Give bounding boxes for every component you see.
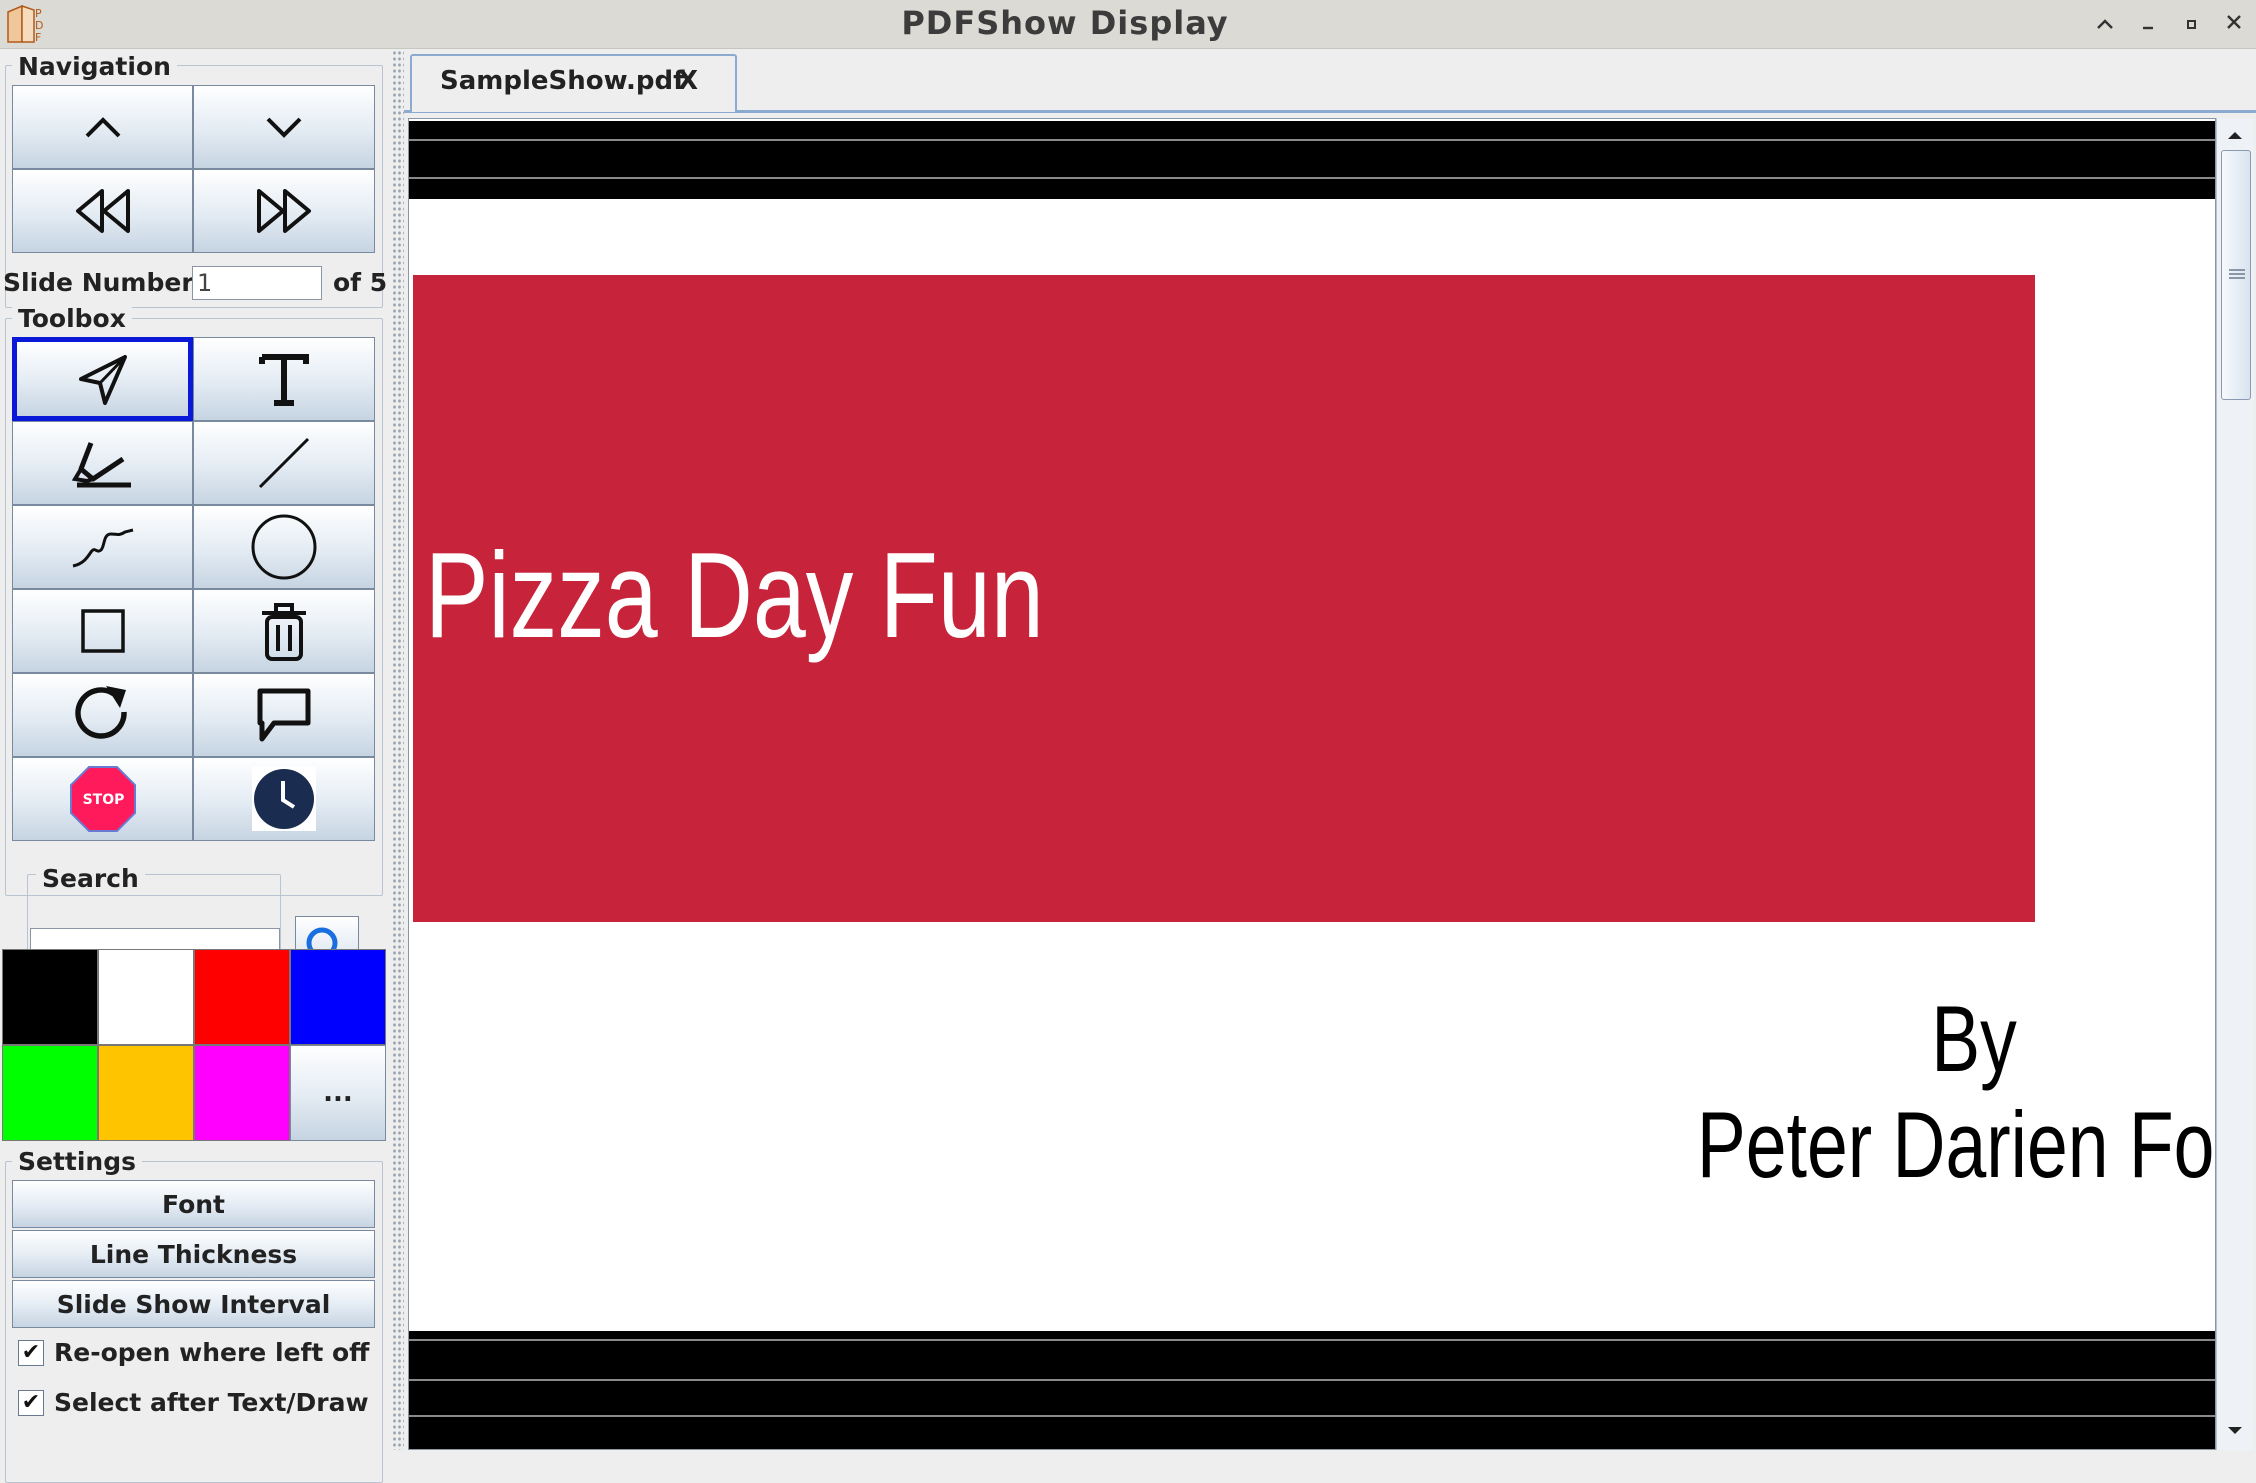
speech-bubble-icon bbox=[257, 688, 311, 742]
slideshow-timer-button[interactable] bbox=[193, 757, 375, 841]
select-after-label: Select after Text/Draw bbox=[54, 1388, 369, 1417]
trash-icon bbox=[262, 603, 306, 661]
fast-forward-icon bbox=[257, 189, 311, 233]
square-icon bbox=[80, 609, 125, 653]
circle-tool-button[interactable] bbox=[193, 505, 375, 589]
scroll-thumb[interactable] bbox=[2221, 150, 2251, 400]
film-line bbox=[409, 1339, 2215, 1341]
slide-author: Peter Darien Fox bbox=[1696, 1092, 2216, 1197]
left-panel: Navigation Slide Number of 5 Toolbox bbox=[0, 50, 390, 1483]
pdf-viewport[interactable]: Pizza Day Fun By Peter Darien Fox bbox=[408, 118, 2216, 1450]
maximize-icon[interactable] bbox=[2174, 6, 2208, 40]
cursor-arrow-icon bbox=[78, 355, 127, 405]
slide-number-input[interactable] bbox=[192, 266, 322, 300]
squiggle-icon bbox=[72, 528, 133, 568]
select-tool-button[interactable] bbox=[12, 337, 193, 421]
split-pane-divider[interactable] bbox=[392, 50, 404, 1450]
last-slide-button[interactable] bbox=[193, 169, 375, 253]
slide-title: Pizza Day Fun bbox=[425, 527, 1044, 663]
line-icon bbox=[258, 437, 310, 489]
stop-label: STOP bbox=[82, 792, 125, 808]
clock-icon bbox=[252, 767, 316, 831]
refresh-tool-button[interactable] bbox=[12, 673, 193, 757]
search-label: Search bbox=[36, 864, 145, 893]
refresh-icon bbox=[74, 686, 127, 739]
tab-label[interactable]: SampleShow.pdf bbox=[440, 66, 684, 96]
chevron-down-icon bbox=[266, 117, 302, 138]
color-swatch-yellow[interactable] bbox=[98, 1045, 194, 1141]
previous-slide-button[interactable] bbox=[12, 85, 193, 169]
film-line bbox=[409, 1379, 2215, 1381]
font-button[interactable]: Font bbox=[12, 1180, 375, 1228]
close-icon[interactable] bbox=[2217, 6, 2251, 40]
text-tool-button[interactable] bbox=[193, 337, 375, 421]
highlighter-icon bbox=[71, 442, 131, 488]
chevron-up-icon bbox=[85, 117, 120, 138]
scroll-up-arrow[interactable] bbox=[2217, 118, 2253, 152]
line-tool-button[interactable] bbox=[193, 421, 375, 505]
reopen-label: Re-open where left off bbox=[54, 1338, 370, 1367]
window-title: PDFShow Display bbox=[901, 4, 1229, 42]
navigation-title: Navigation bbox=[12, 52, 177, 81]
slide-bottom-border bbox=[409, 1331, 2215, 1449]
color-swatch-green[interactable] bbox=[2, 1045, 98, 1141]
slide-total-label: of 5 bbox=[333, 268, 388, 297]
restore-icon[interactable] bbox=[2088, 6, 2122, 40]
scroll-down-arrow[interactable] bbox=[2217, 1414, 2253, 1448]
text-t-icon bbox=[259, 354, 309, 406]
vertical-scrollbar[interactable] bbox=[2216, 118, 2254, 1450]
circle-icon bbox=[251, 514, 317, 580]
select-after-checkbox[interactable]: ✔ bbox=[18, 1390, 44, 1416]
color-swatch-magenta[interactable] bbox=[194, 1045, 290, 1141]
next-slide-button[interactable] bbox=[193, 85, 375, 169]
settings-title: Settings bbox=[12, 1147, 143, 1176]
color-swatch-black[interactable] bbox=[2, 949, 98, 1045]
more-colors-button[interactable]: ... bbox=[290, 1045, 386, 1141]
slide-top-border bbox=[409, 121, 2215, 199]
delete-tool-button[interactable] bbox=[193, 589, 375, 673]
film-line bbox=[409, 177, 2215, 179]
color-swatch-blue[interactable] bbox=[290, 949, 386, 1045]
tab-close-button[interactable]: X bbox=[678, 66, 698, 96]
line-thickness-button[interactable]: Line Thickness bbox=[12, 1230, 375, 1278]
first-slide-button[interactable] bbox=[12, 169, 193, 253]
color-swatch-white[interactable] bbox=[98, 949, 194, 1045]
film-line bbox=[409, 139, 2215, 141]
slide-byline-by: By bbox=[1931, 986, 2017, 1091]
comment-tool-button[interactable] bbox=[193, 673, 375, 757]
toolbox-title: Toolbox bbox=[12, 304, 132, 333]
rectangle-tool-button[interactable] bbox=[12, 589, 193, 673]
slide-number-label: Slide Number bbox=[3, 268, 194, 297]
film-line bbox=[409, 1415, 2215, 1417]
slide-show-interval-button[interactable]: Slide Show Interval bbox=[12, 1280, 375, 1328]
rewind-icon bbox=[75, 189, 130, 233]
highlighter-tool-button[interactable] bbox=[12, 421, 193, 505]
minimize-icon[interactable] bbox=[2131, 6, 2165, 40]
color-swatch-red[interactable] bbox=[194, 949, 290, 1045]
freehand-tool-button[interactable] bbox=[12, 505, 193, 589]
title-bar: P D F PDFShow Display bbox=[0, 0, 2256, 49]
reopen-checkbox[interactable]: ✔ bbox=[18, 1340, 44, 1366]
stop-slideshow-button[interactable]: STOP bbox=[12, 757, 193, 841]
